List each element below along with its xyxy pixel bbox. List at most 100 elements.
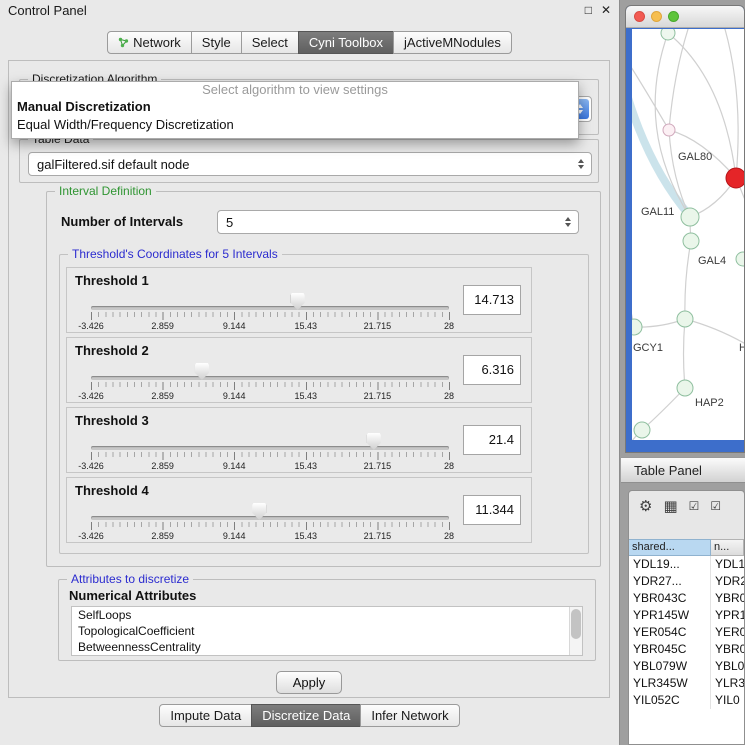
cyni-bottom-tabbar: Impute Data Discretize DataInfer Network (0, 704, 620, 727)
network-graph: GAL80GAL11GAL4GCY1HAP2H (632, 29, 745, 440)
table-toolbar-gear-icon[interactable]: ⚙ (639, 499, 652, 514)
network-node[interactable] (661, 29, 675, 40)
cell-shared-name: YIL052C (629, 692, 711, 709)
algorithm-option[interactable]: Equal Width/Frequency Discretization (12, 116, 578, 134)
slider-track[interactable] (91, 376, 449, 380)
tab-style[interactable]: Style (191, 31, 242, 54)
slider-tick-label: 15.43 (295, 321, 318, 331)
attribute-list-item[interactable]: SelfLoops (72, 607, 582, 623)
column-header-shared-name[interactable]: shared... (629, 539, 711, 556)
table-row[interactable]: YBR043CYBR0 (629, 590, 744, 607)
attribute-list-item[interactable]: TopologicalCoefficient (72, 623, 582, 639)
cell-name: YBR0 (711, 590, 744, 607)
table-row[interactable]: YDL19...YDL1 (629, 556, 744, 573)
table-toolbar-select-columns-check-icon[interactable]: ☑ (710, 500, 721, 512)
algorithm-dropdown-popup[interactable]: Select algorithm to view settings Manual… (11, 81, 579, 139)
slider-tick-label: 21.715 (364, 321, 392, 331)
cell-name: YIL0 (711, 692, 744, 709)
table-toolbar-select-all-check-icon[interactable]: ☑ (689, 500, 700, 512)
control-panel-titlebar: Control Panel □ ✕ (0, 0, 619, 20)
node-label: HAP2 (695, 397, 724, 409)
control-panel-window: Control Panel □ ✕ NetworkStyleSelectCyni… (0, 0, 620, 745)
slider-track[interactable] (91, 446, 449, 450)
combo-stepper-icon (573, 159, 589, 169)
network-edge[interactable] (722, 29, 738, 178)
slider-tick-label: 2.859 (151, 391, 174, 401)
tab-select[interactable]: Select (241, 31, 299, 54)
scrollbar-thumb-icon[interactable] (571, 609, 581, 639)
threshold-panel: Threshold 1-3.4262.8599.14415.4321.71528… (66, 267, 532, 333)
threshold-value-field[interactable]: 11.344 (463, 495, 521, 525)
threshold-panel: Threshold 3-3.4262.8599.14415.4321.71528… (66, 407, 532, 473)
numerical-attributes-label: Numerical Attributes (69, 588, 196, 603)
network-node[interactable] (677, 380, 693, 396)
table-data-combobox[interactable]: galFiltered.sif default node (28, 152, 592, 176)
attributes-group: Attributes to discretize Numerical Attri… (58, 579, 596, 661)
attribute-list-item[interactable]: BetweennessCentrality (72, 639, 582, 655)
threshold-value-field[interactable]: 14.713 (463, 285, 521, 315)
zoom-traffic-light-icon[interactable] (668, 11, 679, 22)
threshold-label: Threshold 2 (75, 343, 149, 358)
threshold-value-field[interactable]: 21.4 (463, 425, 521, 455)
close-traffic-light-icon[interactable] (634, 11, 645, 22)
table-row[interactable]: YDR27...YDR2 (629, 573, 744, 590)
slider-tick-label: 28 (444, 391, 454, 401)
network-node[interactable] (736, 252, 745, 266)
network-node[interactable] (632, 319, 642, 335)
network-node[interactable] (677, 311, 693, 327)
network-node[interactable] (726, 168, 745, 188)
network-node[interactable] (634, 422, 650, 438)
network-canvas[interactable]: GAL80GAL11GAL4GCY1HAP2H (632, 29, 745, 440)
table-data-group: Table Data galFiltered.sif default node (19, 139, 599, 183)
table-row[interactable]: YER054CYER0 (629, 624, 744, 641)
tab-cyni-toolbox[interactable]: Cyni Toolbox (298, 31, 394, 54)
slider-track[interactable] (91, 306, 449, 310)
cell-shared-name: YER054C (629, 624, 711, 641)
tab-impute-data[interactable]: Impute Data (159, 704, 252, 727)
network-node[interactable] (681, 208, 699, 226)
slider-tick-label: 28 (444, 461, 454, 471)
thresholds-group: Threshold's Coordinates for 5 Intervals … (59, 254, 589, 554)
table-row[interactable]: YIL052CYIL0 (629, 692, 744, 709)
algorithm-option[interactable]: Manual Discretization (12, 98, 578, 116)
node-label: GAL11 (641, 206, 674, 218)
tab-label: jActiveMNodules (404, 35, 501, 50)
slider-tick-label: 9.144 (223, 391, 246, 401)
slider-major-ticks (91, 522, 451, 530)
list-scrollbar[interactable] (569, 607, 582, 655)
network-window-titlebar (626, 6, 744, 28)
table-toolbar: ⚙ ▦ ☑ ☑ (629, 491, 744, 521)
column-header-name[interactable]: n... (711, 539, 744, 556)
minimize-traffic-light-icon[interactable] (651, 11, 662, 22)
slider-tick-label: 2.859 (151, 321, 174, 331)
table-row[interactable]: YBL079WYBL0 (629, 658, 744, 675)
network-edge[interactable] (684, 319, 686, 388)
float-window-icon[interactable]: □ (585, 4, 592, 16)
cell-shared-name: YBR045C (629, 641, 711, 658)
tab-label: Impute Data (170, 708, 241, 723)
network-edge[interactable] (685, 319, 745, 349)
threshold-value-field[interactable]: 6.316 (463, 355, 521, 385)
table-toolbar-columns-icon[interactable]: ▦ (663, 499, 677, 514)
tab-jactivemnodules[interactable]: jActiveMNodules (393, 31, 512, 54)
threshold-label: Threshold 4 (75, 483, 149, 498)
network-node[interactable] (663, 124, 675, 136)
cell-name: YLR3 (711, 675, 744, 692)
table-row[interactable]: YPR145WYPR1 (629, 607, 744, 624)
tab-network[interactable]: Network (107, 31, 192, 54)
table-row[interactable]: YBR045CYBR0 (629, 641, 744, 658)
slider-tick-label: -3.426 (78, 531, 104, 541)
numerical-attributes-list[interactable]: SelfLoopsTopologicalCoefficientBetweenne… (71, 606, 583, 656)
tab-discretize-data[interactable]: Discretize Data (251, 704, 361, 727)
network-node[interactable] (683, 233, 699, 249)
network-edge[interactable] (685, 241, 691, 319)
network-edge[interactable] (642, 388, 685, 430)
apply-button[interactable]: Apply (276, 671, 342, 694)
table-body: YDL19...YDL1YDR27...YDR2YBR043CYBR0YPR14… (629, 556, 744, 744)
table-header-row: shared...n... (629, 539, 744, 556)
close-window-icon[interactable]: ✕ (601, 4, 611, 16)
tab-infer-network[interactable]: Infer Network (360, 704, 459, 727)
number-of-intervals-combobox[interactable]: 5 (217, 210, 579, 234)
slider-track[interactable] (91, 516, 449, 520)
table-row[interactable]: YLR345WYLR3 (629, 675, 744, 692)
